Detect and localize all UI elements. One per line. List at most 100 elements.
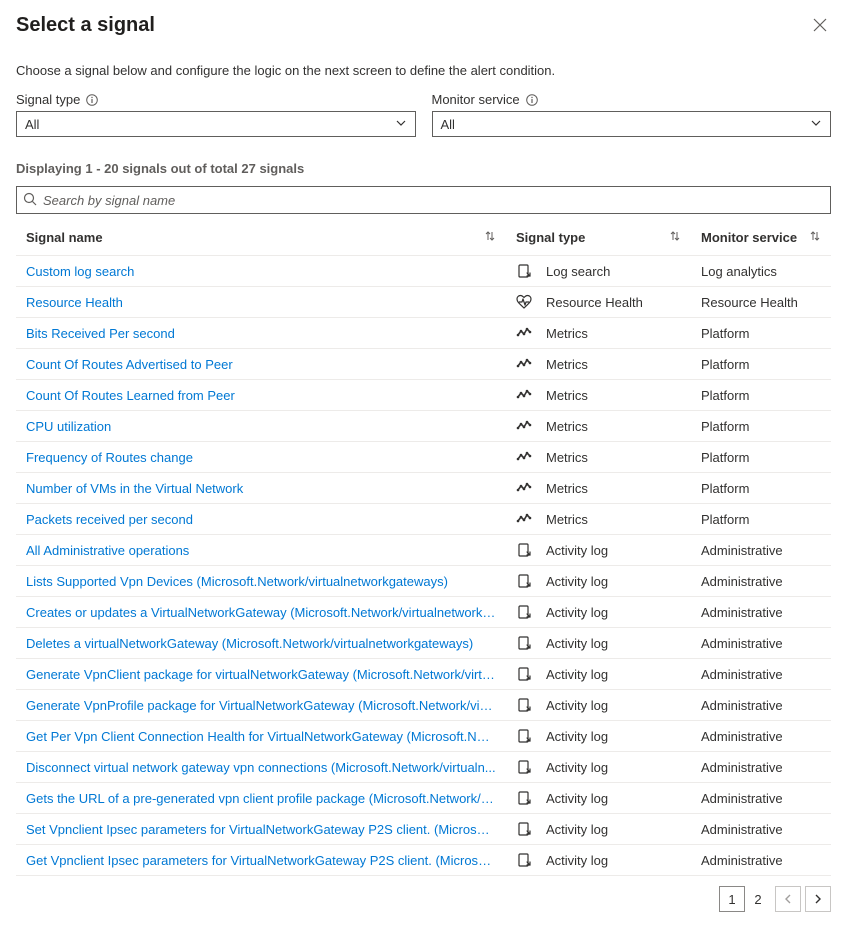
- table-row: Disconnect virtual network gateway vpn c…: [16, 752, 831, 783]
- signal-link[interactable]: Creates or updates a VirtualNetworkGatew…: [26, 605, 496, 620]
- monitor-service-text: Administrative: [701, 605, 783, 620]
- monitor-service-text: Administrative: [701, 543, 783, 558]
- log-icon: [516, 666, 532, 682]
- signal-type-text: Metrics: [546, 326, 588, 341]
- monitor-service-text: Platform: [701, 357, 749, 372]
- signal-type-text: Metrics: [546, 388, 588, 403]
- signal-link[interactable]: Disconnect virtual network gateway vpn c…: [26, 760, 496, 775]
- signal-link[interactable]: Frequency of Routes change: [26, 450, 496, 465]
- table-row: Generate VpnClient package for virtualNe…: [16, 659, 831, 690]
- search-wrap[interactable]: [16, 186, 831, 214]
- log-icon: [516, 790, 532, 806]
- table-row: Bits Received Per second Metrics Platform: [16, 318, 831, 349]
- signal-type-text: Activity log: [546, 574, 608, 589]
- chevron-down-icon: [395, 117, 407, 132]
- signal-link[interactable]: All Administrative operations: [26, 543, 496, 558]
- table-row: Deletes a virtualNetworkGateway (Microso…: [16, 628, 831, 659]
- monitor-service-text: Administrative: [701, 574, 783, 589]
- signal-type-text: Activity log: [546, 853, 608, 868]
- signal-link[interactable]: Resource Health: [26, 295, 496, 310]
- signal-link[interactable]: Count Of Routes Learned from Peer: [26, 388, 496, 403]
- search-input[interactable]: [43, 193, 824, 208]
- signal-type-label: Signal type: [16, 92, 80, 107]
- signal-link[interactable]: Set Vpnclient Ipsec parameters for Virtu…: [26, 822, 496, 837]
- search-icon: [23, 192, 43, 209]
- signal-type-text: Resource Health: [546, 295, 643, 310]
- signal-type-text: Metrics: [546, 481, 588, 496]
- metrics-icon: [516, 449, 532, 465]
- sort-icon: [809, 230, 821, 245]
- table-row: Count Of Routes Advertised to Peer Metric…: [16, 349, 831, 380]
- info-icon[interactable]: [86, 94, 98, 106]
- table-row: Count Of Routes Learned from Peer Metrics…: [16, 380, 831, 411]
- signal-type-text: Activity log: [546, 760, 608, 775]
- metrics-icon: [516, 325, 532, 341]
- monitor-service-text: Platform: [701, 481, 749, 496]
- next-page-button[interactable]: [805, 886, 831, 912]
- metrics-icon: [516, 480, 532, 496]
- table-row: Packets received per secondMetricsPlatfo…: [16, 504, 831, 535]
- table-row: Generate VpnProfile package for VirtualN…: [16, 690, 831, 721]
- monitor-service-text: Resource Health: [701, 295, 798, 310]
- column-header-name[interactable]: Signal name: [16, 224, 506, 256]
- column-header-service[interactable]: Monitor service: [691, 224, 831, 256]
- signal-link[interactable]: Generate VpnProfile package for VirtualN…: [26, 698, 496, 713]
- log-icon: [516, 542, 532, 558]
- table-row: CPU utilizationMetricsPlatform: [16, 411, 831, 442]
- column-header-type[interactable]: Signal type: [506, 224, 691, 256]
- monitor-service-text: Platform: [701, 512, 749, 527]
- metrics-icon: [516, 418, 532, 434]
- signal-type-select[interactable]: All: [16, 111, 416, 137]
- signal-type-text: Activity log: [546, 636, 608, 651]
- table-row: Lists Supported Vpn Devices (Microsoft.N…: [16, 566, 831, 597]
- sort-icon: [484, 230, 496, 245]
- chevron-down-icon: [810, 117, 822, 132]
- results-count: Displaying 1 - 20 signals out of total 2…: [16, 161, 831, 176]
- prev-page-button[interactable]: [775, 886, 801, 912]
- signal-type-text: Activity log: [546, 729, 608, 744]
- log-icon: [516, 604, 532, 620]
- signal-type-text: Activity log: [546, 605, 608, 620]
- signal-link[interactable]: Bits Received Per second: [26, 326, 496, 341]
- panel-title: Select a signal: [16, 14, 155, 37]
- signal-type-text: Log search: [546, 264, 610, 279]
- signal-link[interactable]: Custom log search: [26, 264, 496, 279]
- close-button[interactable]: [809, 14, 831, 39]
- signal-link[interactable]: Generate VpnClient package for virtualNe…: [26, 667, 496, 682]
- signal-link[interactable]: Number of VMs in the Virtual Network: [26, 481, 496, 496]
- table-row: Resource Health Resource Health Resource H…: [16, 287, 831, 318]
- monitor-service-text: Administrative: [701, 667, 783, 682]
- chevron-right-icon: [813, 892, 823, 907]
- signal-link[interactable]: Deletes a virtualNetworkGateway (Microso…: [26, 636, 496, 651]
- signal-type-text: Activity log: [546, 667, 608, 682]
- monitor-service-text: Platform: [701, 388, 749, 403]
- table-row: Creates or updates a VirtualNetworkGatew…: [16, 597, 831, 628]
- monitor-service-text: Platform: [701, 326, 749, 341]
- info-icon[interactable]: [526, 94, 538, 106]
- signal-type-text: Metrics: [546, 357, 588, 372]
- monitor-service-text: Administrative: [701, 853, 783, 868]
- panel-subtitle: Choose a signal below and configure the …: [16, 63, 831, 78]
- signal-link[interactable]: Lists Supported Vpn Devices (Microsoft.N…: [26, 574, 496, 589]
- log-icon: [516, 263, 532, 279]
- page-1-button[interactable]: 1: [719, 886, 745, 912]
- sort-icon: [669, 230, 681, 245]
- signal-link[interactable]: Count Of Routes Advertised to Peer: [26, 357, 496, 372]
- signal-type-text: Metrics: [546, 450, 588, 465]
- signal-link[interactable]: Packets received per second: [26, 512, 496, 527]
- signal-type-text: Activity log: [546, 822, 608, 837]
- signal-link[interactable]: Gets the URL of a pre-generated vpn clie…: [26, 791, 496, 806]
- metrics-icon: [516, 511, 532, 527]
- log-icon: [516, 759, 532, 775]
- log-icon: [516, 573, 532, 589]
- signal-type-value: All: [25, 117, 395, 132]
- signal-link[interactable]: Get Per Vpn Client Connection Health for…: [26, 729, 496, 744]
- signal-link[interactable]: Get Vpnclient Ipsec parameters for Virtu…: [26, 853, 496, 868]
- metrics-icon: [516, 356, 532, 372]
- monitor-service-select[interactable]: All: [432, 111, 832, 137]
- log-icon: [516, 852, 532, 868]
- signal-link[interactable]: CPU utilization: [26, 419, 496, 434]
- page-2-button[interactable]: 2: [745, 886, 771, 912]
- monitor-service-text: Administrative: [701, 729, 783, 744]
- signal-type-text: Activity log: [546, 791, 608, 806]
